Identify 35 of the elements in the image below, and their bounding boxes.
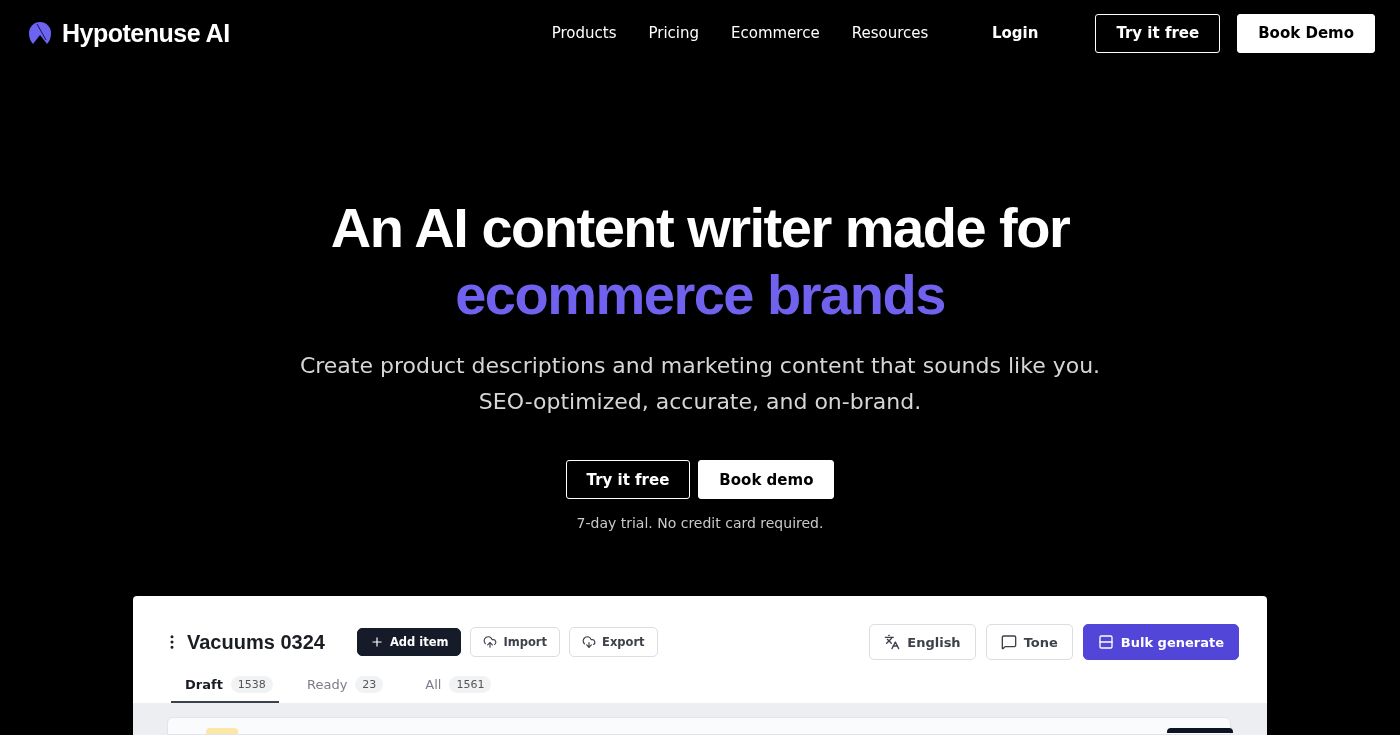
hero-heading: An AI content writer made for ecommerce brands bbox=[330, 195, 1070, 328]
tab-label: Ready bbox=[307, 677, 348, 692]
translate-icon bbox=[884, 634, 901, 650]
action-button[interactable]: Import bbox=[470, 627, 561, 657]
hero-subtitle: Create product descriptions and marketing content that sounds like you. SEO-optimized, accurate, and on-brand. bbox=[299, 352, 1101, 416]
list-title: Vacuums 0324 bbox=[187, 630, 325, 654]
try-free-button[interactable]: Try it free bbox=[1095, 13, 1221, 53]
plus-icon bbox=[369, 635, 384, 649]
trial-note: 7-day trial. No credit card required. bbox=[576, 515, 824, 531]
bulk-generate-button[interactable]: Bulk generate bbox=[1082, 624, 1239, 660]
action-button[interactable]: Export bbox=[569, 627, 658, 657]
try-free-button[interactable]: Try it free bbox=[565, 460, 691, 499]
nav-link[interactable]: Resources bbox=[851, 24, 929, 42]
tab-label: Draft bbox=[185, 677, 223, 692]
nav-link[interactable]: Pricing bbox=[648, 24, 699, 42]
cloud-upload-icon bbox=[483, 635, 498, 649]
book-demo-button[interactable]: Book demo bbox=[698, 460, 835, 499]
tab[interactable]: Ready 23 bbox=[293, 670, 398, 703]
brand-name: Hypotenuse AI bbox=[62, 18, 230, 48]
book-demo-button[interactable]: Book Demo bbox=[1237, 13, 1375, 53]
nav-link[interactable]: Products bbox=[551, 24, 617, 42]
login-link[interactable]: Login bbox=[991, 24, 1039, 42]
cloud-download-icon bbox=[582, 635, 597, 649]
tool-button[interactable]: English bbox=[869, 624, 976, 660]
logo-icon bbox=[28, 21, 52, 45]
count-badge: 1538 bbox=[230, 676, 273, 693]
tab-label: All bbox=[425, 677, 442, 692]
count-badge: 1561 bbox=[449, 676, 492, 693]
tool-button[interactable]: Tone bbox=[985, 624, 1073, 660]
rows-icon bbox=[1097, 634, 1114, 650]
nav-link[interactable]: Ecommerce bbox=[731, 24, 820, 42]
tab[interactable]: All 1561 bbox=[411, 670, 506, 703]
count-badge: 23 bbox=[355, 676, 384, 693]
speech-bubble-icon bbox=[1000, 634, 1017, 650]
action-button[interactable]: Add item bbox=[356, 628, 462, 656]
